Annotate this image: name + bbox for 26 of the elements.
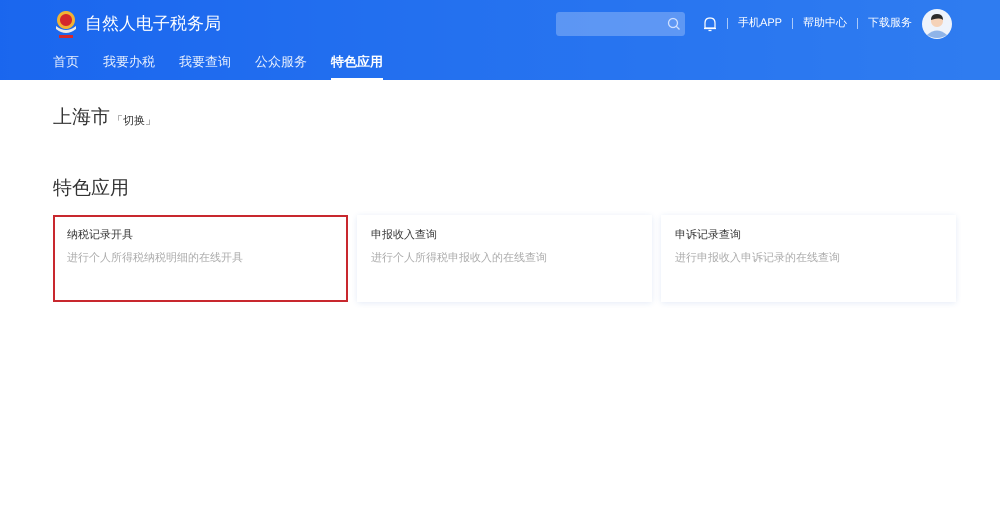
nav-tab[interactable]: 首页	[53, 52, 79, 80]
app-card[interactable]: 申诉记录查询 进行申报收入申诉记录的在线查询	[661, 215, 956, 302]
nav-tab[interactable]: 我要办税	[103, 52, 155, 80]
header-link[interactable]: 手机APP	[738, 15, 782, 32]
header-link[interactable]: 帮助中心	[803, 15, 847, 32]
search-field[interactable]	[556, 12, 685, 36]
card-description: 进行个人所得税申报收入的在线查询	[371, 250, 548, 266]
app-card[interactable]: 纳税记录开具 进行个人所得税纳税明细的在线开具	[53, 215, 348, 302]
city-name: 上海市	[53, 106, 110, 130]
emblem-icon	[53, 8, 79, 38]
app-card[interactable]: 申报收入查询 进行个人所得税申报收入的在线查询	[357, 215, 652, 302]
header-link[interactable]: 下载服务	[868, 15, 912, 32]
site-title: 自然人电子税务局	[85, 12, 221, 35]
switch-link[interactable]: 「切换」	[112, 113, 156, 130]
card-title: 申报收入查询	[371, 228, 438, 243]
card-description: 进行申报收入申诉记录的在线查询	[675, 250, 841, 266]
card-title: 纳税记录开具	[67, 228, 134, 243]
nav-tab[interactable]: 特色应用	[331, 52, 383, 80]
avatar[interactable]	[922, 8, 952, 38]
nav-tab[interactable]: 公众服务	[255, 52, 307, 80]
card-title: 申诉记录查询	[675, 228, 742, 243]
section-title: 特色应用	[53, 176, 130, 200]
bell-icon[interactable]	[702, 16, 717, 32]
nav-tab[interactable]: 我要查询	[179, 52, 231, 80]
search-icon[interactable]	[666, 16, 681, 30]
card-description: 进行个人所得税纳税明细的在线开具	[67, 250, 244, 266]
